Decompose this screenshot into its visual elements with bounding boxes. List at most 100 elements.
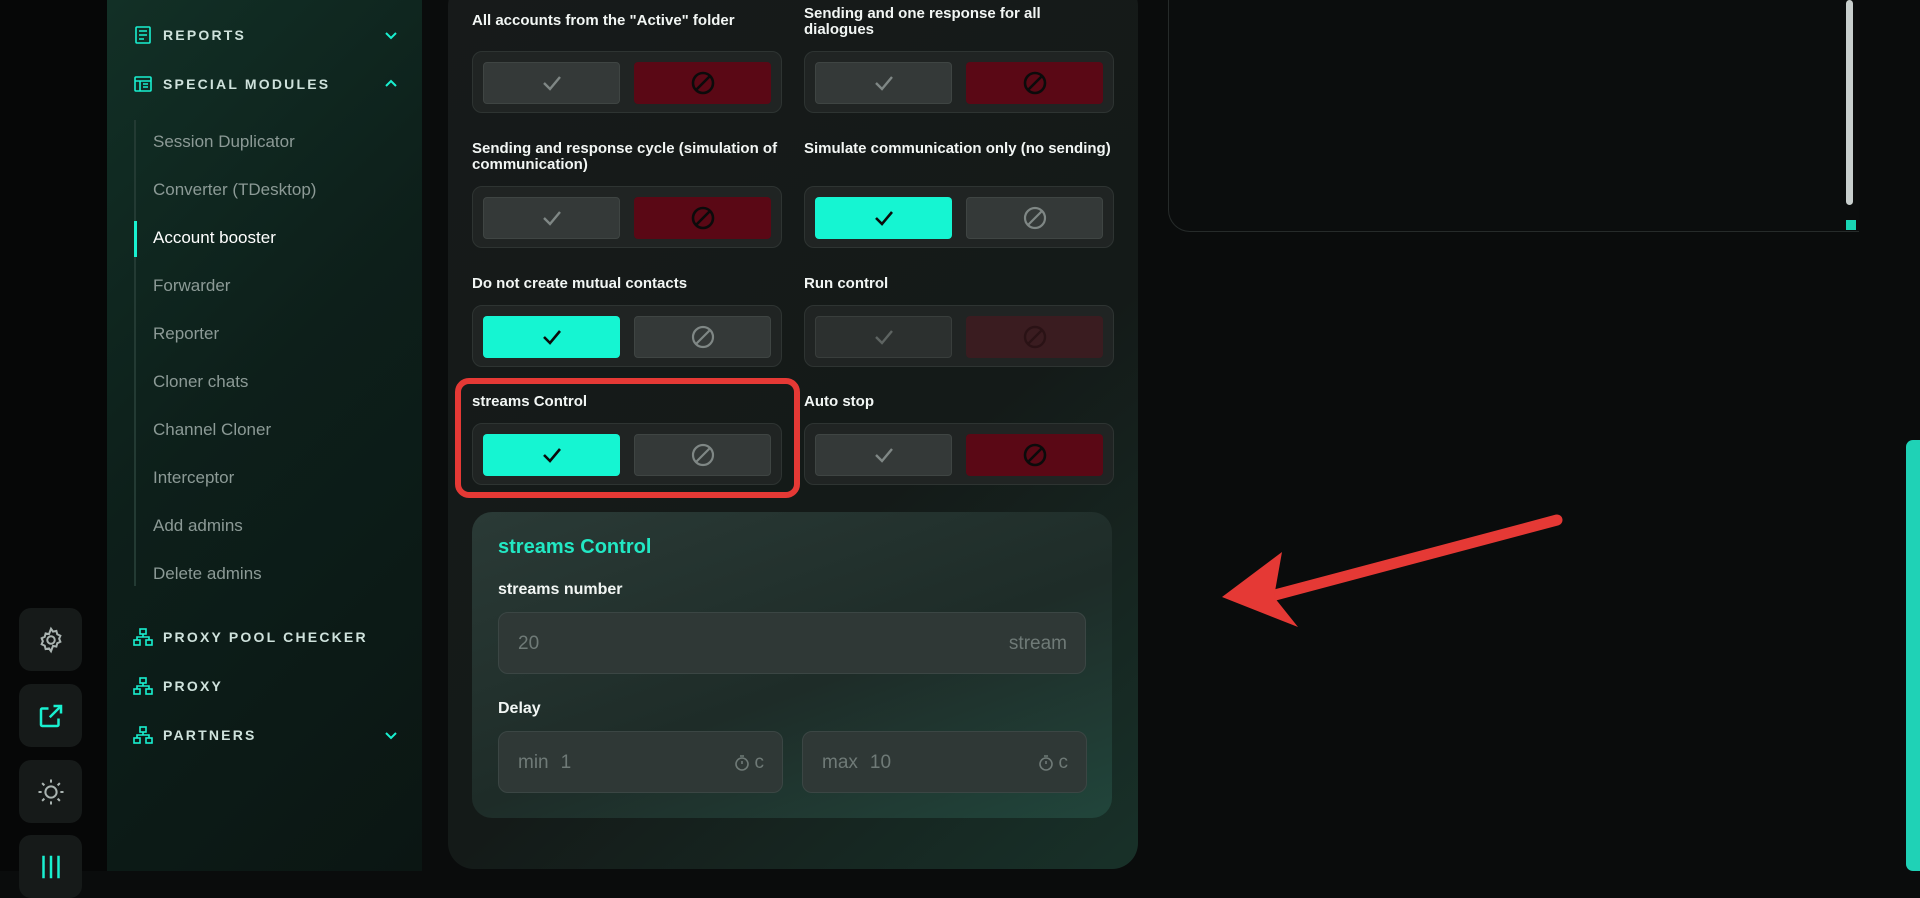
card-title: streams Control (498, 536, 652, 558)
external-link-icon (39, 704, 62, 727)
modules-icon (134, 76, 152, 92)
yes-button[interactable] (815, 316, 952, 358)
sidebar-item-delete-admins[interactable]: Delete admins (153, 564, 262, 584)
min-value: 1 (560, 752, 572, 773)
sidebar-item-cloner-chats[interactable]: Cloner chats (153, 372, 248, 392)
submenu-guide-line (134, 120, 136, 586)
annotation-highlight-box (455, 378, 800, 498)
check-icon (542, 211, 561, 226)
max-prefix: max (822, 752, 858, 773)
no-button[interactable] (634, 62, 771, 104)
time-unit-label: c (754, 752, 765, 773)
check-icon (874, 211, 893, 226)
time-unit: c (1037, 752, 1068, 774)
theme-toggle-button[interactable] (19, 760, 82, 823)
toggle-group (804, 186, 1114, 248)
yes-button[interactable] (483, 62, 620, 104)
textarea-scrollbar[interactable] (1846, 0, 1853, 205)
toggle-group (472, 186, 782, 248)
settings-button[interactable] (19, 608, 82, 671)
check-icon (874, 330, 893, 345)
toggle-group (804, 305, 1114, 367)
theme-icon (38, 779, 63, 804)
page-scrollbar[interactable] (1906, 440, 1920, 871)
no-button[interactable] (966, 197, 1103, 239)
delay-min-input[interactable]: min 1 c (498, 731, 783, 793)
section-title: PROXY (163, 678, 224, 694)
chevron-down-icon (385, 732, 397, 740)
block-icon (1023, 443, 1046, 467)
streams-control-card: streams Control streams number 20 stream… (472, 512, 1112, 818)
report-icon (135, 26, 151, 44)
no-button[interactable] (634, 197, 771, 239)
network-icon (133, 677, 153, 695)
block-icon (1023, 71, 1046, 95)
option-label: Run control (804, 275, 889, 292)
yes-button[interactable] (483, 197, 620, 239)
streams-number-label: streams number (498, 581, 623, 598)
sidebar-item-reporter[interactable]: Reporter (153, 324, 219, 344)
option-no-mutual-contacts: Do not create mutual contacts (472, 276, 782, 368)
sidebar-item-interceptor[interactable]: Interceptor (153, 468, 234, 488)
option-label: Do not create mutual contacts (472, 275, 688, 292)
yes-button[interactable] (815, 434, 952, 476)
sidebar-item-account-booster[interactable]: Account booster (153, 228, 276, 248)
toggle-group (804, 51, 1114, 113)
check-icon (542, 330, 561, 345)
network-icon (133, 726, 153, 744)
annotation-arrow (1222, 514, 1563, 627)
delay-max-input[interactable]: max 10 c (802, 731, 1087, 793)
sidebar-section-proxy[interactable]: PROXY (133, 671, 400, 701)
log-textarea[interactable] (1168, 0, 1859, 232)
check-icon (542, 76, 561, 91)
option-label: Sending and one response for all dialogu… (804, 5, 1041, 38)
yes-button[interactable] (483, 316, 620, 358)
sidebar-section-proxy-pool-checker[interactable]: PROXY POOL CHECKER (133, 622, 400, 652)
textarea-resize-handle[interactable] (1846, 220, 1856, 230)
streams-number-input[interactable]: 20 stream (498, 612, 1086, 674)
block-icon (691, 71, 714, 95)
sidebar-item-channel-cloner[interactable]: Channel Cloner (153, 420, 271, 440)
yes-button[interactable] (815, 197, 952, 239)
section-title: PARTNERS (163, 727, 257, 743)
no-button[interactable] (966, 62, 1103, 104)
sidebar-section-partners[interactable]: PARTNERS (133, 720, 400, 750)
section-title: REPORTS (163, 27, 247, 43)
section-title: PROXY POOL CHECKER (163, 629, 368, 645)
streams-unit: stream (1008, 633, 1067, 654)
open-external-button[interactable] (19, 684, 82, 747)
sidebar-section-special-modules[interactable]: SPECIAL MODULES (133, 69, 400, 99)
tools-button[interactable] (19, 835, 82, 898)
yes-button[interactable] (815, 62, 952, 104)
block-icon (1023, 325, 1046, 349)
option-label: Sending and response cycle (simulation o… (472, 140, 778, 173)
sidebar-item-forwarder[interactable]: Forwarder (153, 276, 230, 296)
gear-icon (39, 626, 62, 653)
sidebar-section-reports[interactable]: REPORTS (133, 20, 400, 50)
option-simulate-only: Simulate communication only (no sending) (804, 141, 1114, 251)
block-icon (1023, 206, 1046, 230)
no-button[interactable] (634, 316, 771, 358)
check-icon (874, 448, 893, 463)
timer-icon (734, 755, 749, 771)
sliders-icon (41, 855, 60, 878)
timer-icon (1038, 755, 1053, 771)
no-button[interactable] (966, 316, 1103, 358)
section-title: SPECIAL MODULES (163, 76, 331, 92)
sidebar-item-session-duplicator[interactable]: Session Duplicator (153, 132, 295, 152)
sidebar-item-add-admins[interactable]: Add admins (153, 516, 243, 536)
delay-label: Delay (498, 700, 541, 717)
option-response-cycle: Sending and response cycle (simulation o… (472, 141, 782, 251)
min-prefix: min (518, 752, 549, 773)
block-icon (691, 325, 714, 349)
option-label: Simulate communication only (no sending) (804, 140, 1111, 157)
chevron-down-icon (385, 32, 397, 40)
option-label: Auto stop (804, 393, 874, 410)
network-icon (133, 628, 153, 646)
option-run-control: Run control (804, 276, 1114, 368)
check-icon (874, 76, 893, 91)
option-auto-stop: Auto stop (804, 394, 1114, 486)
no-button[interactable] (966, 434, 1103, 476)
option-active-folder: All accounts from the "Active" folder (472, 13, 782, 115)
sidebar-item-converter[interactable]: Converter (TDesktop) (153, 180, 316, 200)
